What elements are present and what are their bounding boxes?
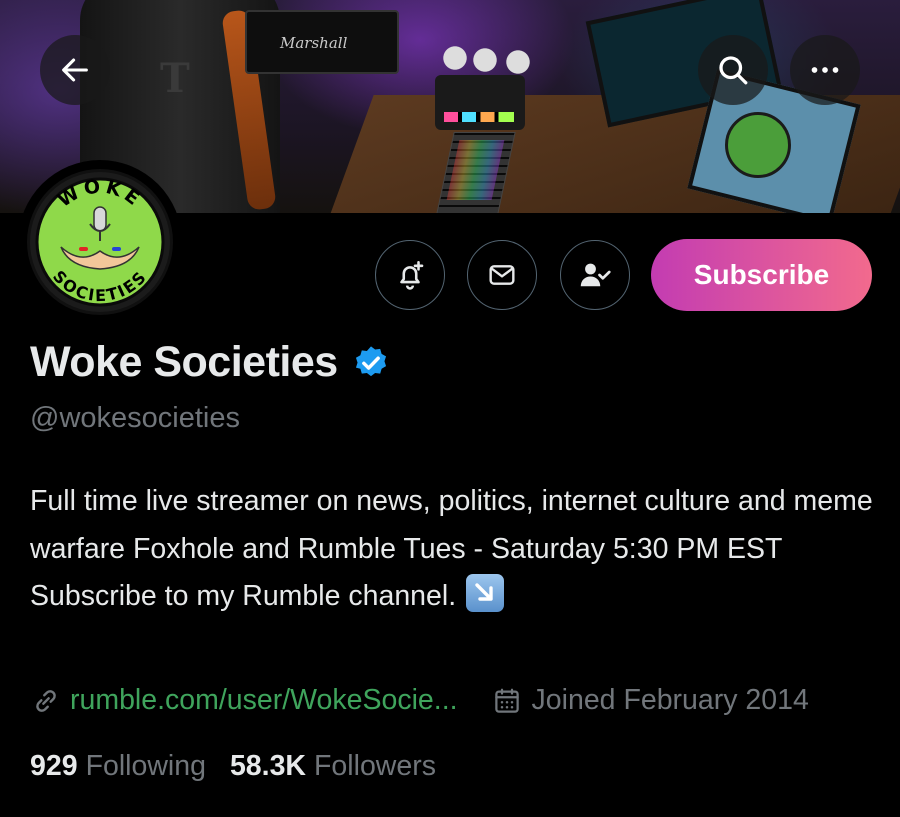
following-label: Following (85, 750, 206, 782)
following-button[interactable] (560, 240, 630, 310)
followers-stat[interactable]: 58.3K Followers (230, 750, 436, 783)
following-stat[interactable]: 929 Following (30, 750, 206, 783)
message-button[interactable] (467, 240, 537, 310)
joined-date-text: Joined February 2014 (531, 684, 809, 716)
profile-avatar[interactable]: WOKE SOCIETIES (18, 160, 182, 324)
joined-date: Joined February 2014 (492, 684, 809, 717)
display-name: Woke Societies (30, 338, 338, 386)
bell-plus-icon (400, 260, 424, 290)
profile-bio: Full time live streamer on news, politic… (30, 478, 875, 621)
avatar-image: WOKE SOCIETIES (27, 169, 173, 315)
followers-label: Followers (314, 750, 436, 782)
profile-stats: 929 Following 58.3K Followers (30, 750, 436, 783)
arrow-left-icon (62, 58, 88, 82)
banner-monitor-logo (725, 112, 791, 178)
more-horizontal-icon (811, 67, 839, 73)
banner-mixer-pads (444, 112, 514, 122)
profile-handle: @wokesocieties (30, 402, 240, 434)
envelope-icon (489, 265, 515, 285)
banner-chair-logo: T (160, 55, 190, 102)
profile-meta-row: rumble.com/user/WokeSocie... Joined Febr… (30, 684, 809, 717)
calendar-icon (494, 688, 519, 713)
verified-badge-icon[interactable] (352, 344, 390, 382)
notifications-button[interactable] (375, 240, 445, 310)
back-button[interactable] (40, 35, 110, 105)
down-right-arrow-emoji (466, 574, 505, 613)
profile-website-link[interactable]: rumble.com/user/WokeSocie... (70, 684, 458, 717)
link-icon (36, 689, 56, 712)
search-icon (719, 56, 748, 85)
subscribe-button[interactable]: Subscribe (651, 239, 872, 311)
banner-cups (440, 38, 540, 78)
followers-count: 58.3K (229, 750, 307, 782)
bio-text: Full time live streamer on news, politic… (30, 485, 873, 612)
person-check-icon (580, 263, 611, 287)
following-count: 929 (30, 750, 78, 782)
profile-name-row: Woke Societies (30, 338, 390, 387)
search-button[interactable] (698, 35, 768, 105)
more-button[interactable] (790, 35, 860, 105)
banner-amp-brand: Marshall (280, 34, 348, 52)
woke-societies-logo: WOKE SOCIETIES (30, 172, 170, 312)
